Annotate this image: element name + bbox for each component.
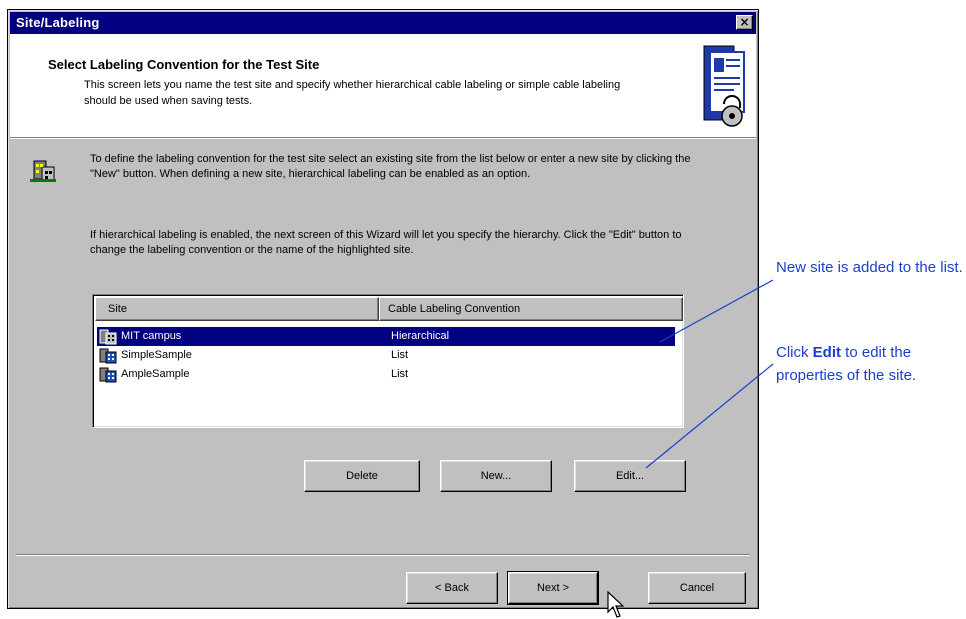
close-button[interactable]: × <box>736 15 753 30</box>
site-list[interactable]: Site Cable Labeling Convention MIT campu… <box>92 294 684 428</box>
site-building-icon <box>30 160 56 182</box>
site-name: AmpleSample <box>121 368 190 380</box>
site-name: MIT campus <box>121 330 182 342</box>
column-header-convention[interactable]: Cable Labeling Convention <box>379 297 683 321</box>
wizard-header: Select Labeling Convention for the Test … <box>10 34 756 139</box>
next-button[interactable]: Next > <box>507 571 599 605</box>
back-button[interactable]: < Back <box>406 572 498 604</box>
header-description: This screen lets you name the test site … <box>84 79 621 107</box>
instructions-paragraph-2: If hierarchical labeling is enabled, the… <box>90 229 682 256</box>
site-row-amplesample[interactable]: AmpleSample List <box>97 365 675 384</box>
site-name: SimpleSample <box>121 349 192 361</box>
callout-edit-prefix: Click <box>776 344 813 361</box>
new-button[interactable]: New... <box>440 460 552 492</box>
footer-separator <box>16 554 750 556</box>
callout-new-site-added: New site is added to the list. <box>776 259 963 276</box>
site-convention: List <box>391 368 409 380</box>
window-title: Site/Labeling <box>16 15 100 30</box>
column-header-site[interactable]: Site <box>95 297 379 321</box>
instructions-paragraph-1: To define the labeling convention for th… <box>90 153 691 180</box>
site-labeling-dialog: Site/Labeling × Select Labeling Conventi… <box>7 9 759 618</box>
site-icon <box>99 348 117 364</box>
site-list-header: Site Cable Labeling Convention <box>95 297 683 321</box>
site-row-mit-campus[interactable]: MIT campus Hierarchical <box>97 327 675 346</box>
site-convention: Hierarchical <box>391 330 450 342</box>
site-row-simplesample[interactable]: SimpleSample List <box>97 346 675 365</box>
wizard-document-lock-icon <box>703 45 745 127</box>
header-title: Select Labeling Convention for the Test … <box>48 57 320 72</box>
site-icon <box>99 329 117 345</box>
title-bar[interactable]: Site/Labeling × <box>10 12 756 34</box>
callout-edit-site: Click Edit to edit the properties of the… <box>776 341 966 387</box>
edit-button[interactable]: Edit... <box>574 460 686 492</box>
site-convention: List <box>391 349 409 361</box>
cancel-button[interactable]: Cancel <box>648 572 746 604</box>
delete-button[interactable]: Delete <box>304 460 420 492</box>
callout-edit-bold: Edit <box>812 344 842 361</box>
site-icon <box>99 367 117 383</box>
